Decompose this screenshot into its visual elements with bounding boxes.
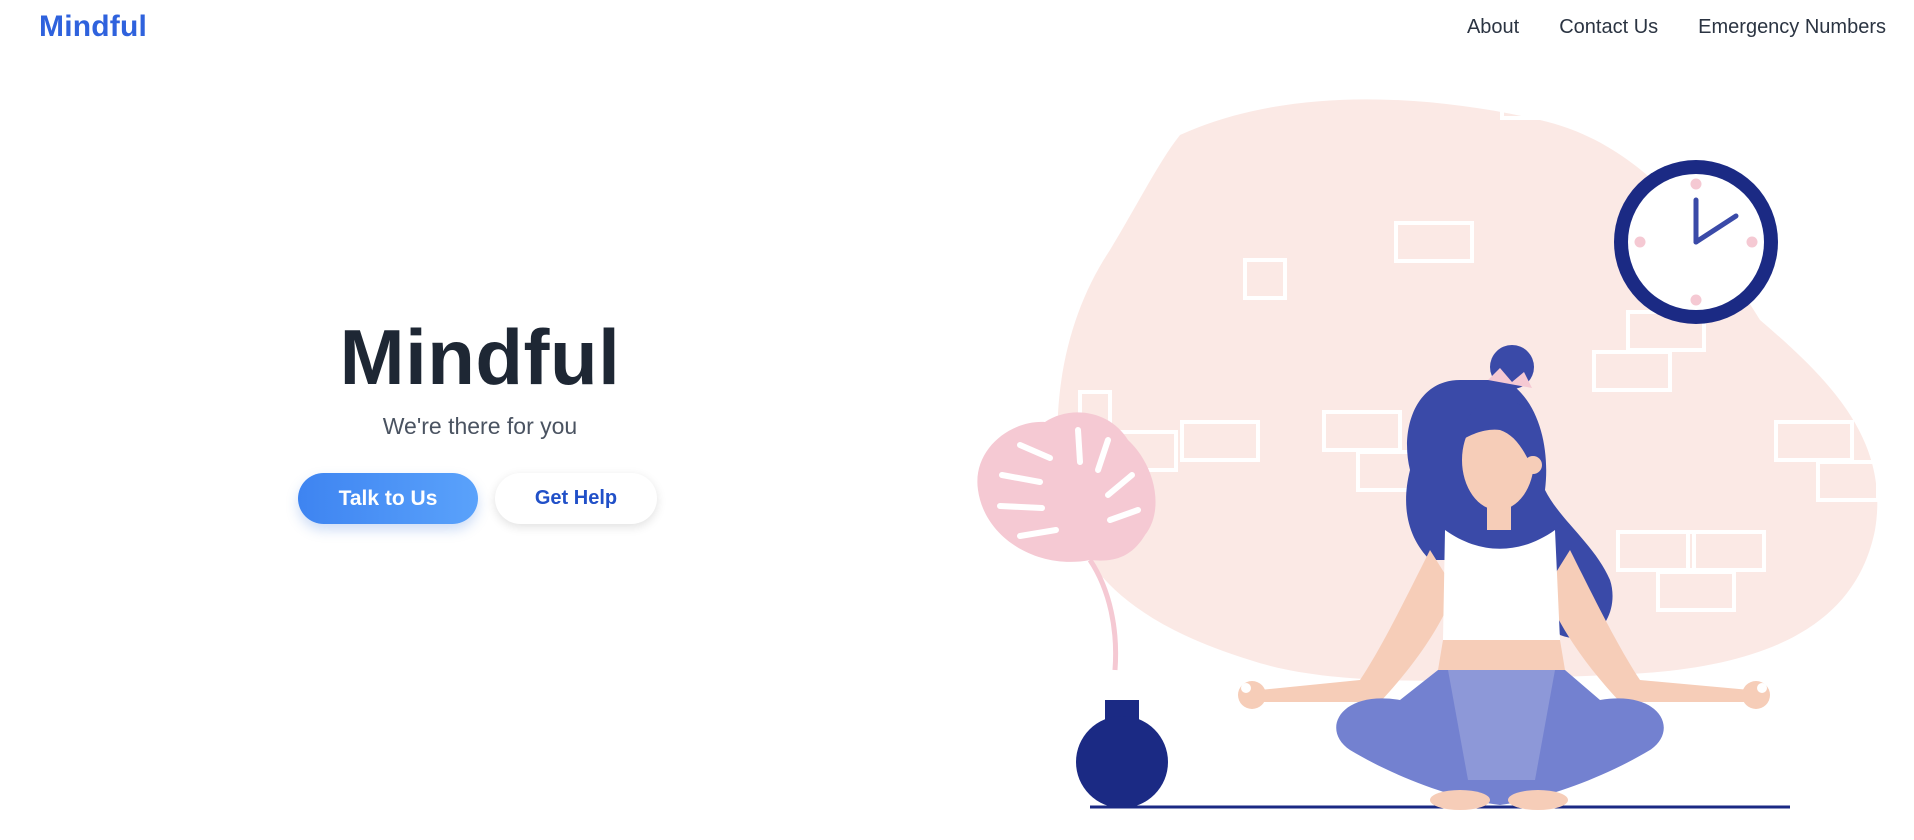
meditation-illustration [960,88,1900,820]
meditation-illustration-svg [977,88,1880,810]
hero-section: Mindful We're there for you Talk to Us G… [0,0,960,840]
nav-link-about[interactable]: About [1467,16,1519,39]
hero-title: Mindful [339,313,621,401]
monstera-leaf-icon [977,412,1156,671]
talk-to-us-button[interactable]: Talk to Us [298,473,478,524]
vase-icon [1076,700,1168,808]
nav-links: About Contact Us Emergency Numbers [1467,16,1886,39]
nav-link-contact-us[interactable]: Contact Us [1559,16,1658,39]
clock-icon [1614,160,1778,324]
get-help-button[interactable]: Get Help [495,473,657,524]
nav-link-emergency-numbers[interactable]: Emergency Numbers [1698,16,1886,39]
hero-subtitle: We're there for you [382,413,578,439]
